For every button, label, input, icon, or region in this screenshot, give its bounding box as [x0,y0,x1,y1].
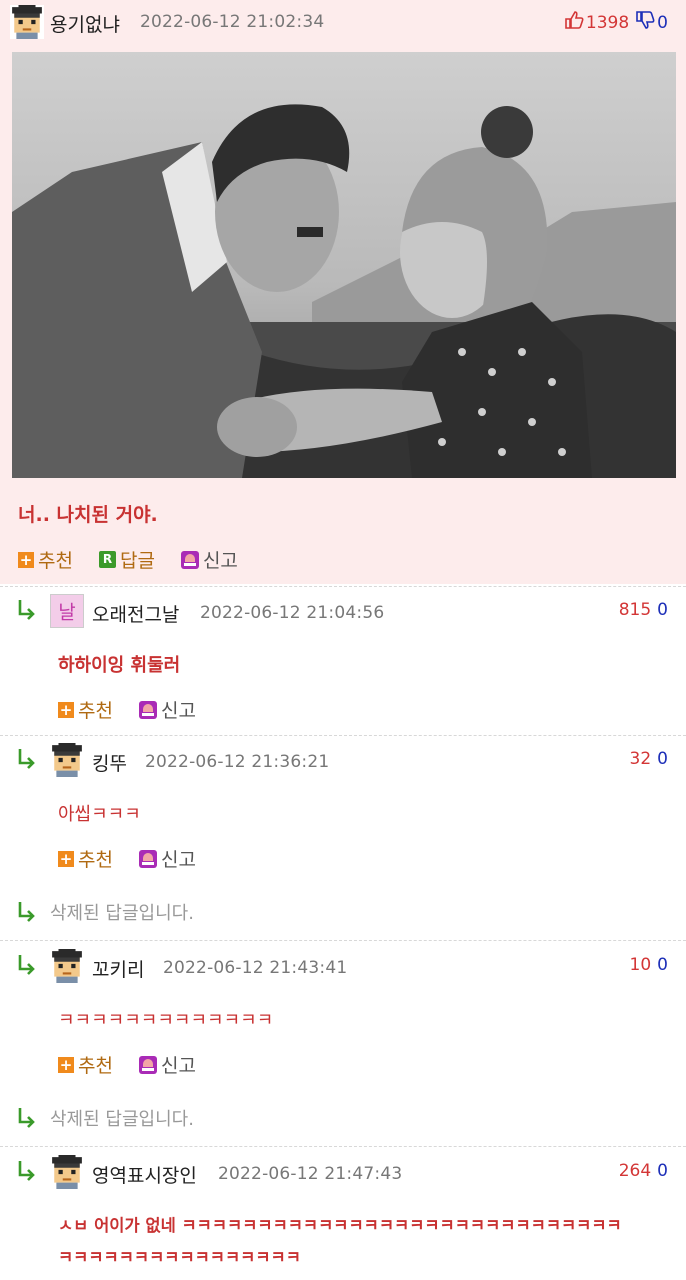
divider [0,586,686,587]
report-label: 신고 [202,550,238,572]
comment-downvotes: 0 [657,955,668,975]
recommend-button[interactable]: + 추천 [58,845,113,872]
author-avatar-icon[interactable] [50,949,84,983]
svg-text:날: 날 [58,602,75,624]
reply-arrow-icon [16,598,38,620]
post-author[interactable]: 용기없냐 [50,10,120,37]
reply-button[interactable]: R 답글 [98,546,155,573]
author-avatar-icon[interactable] [50,1155,84,1189]
report-label: 신고 [160,849,196,871]
main-post: 용기없냐 2022-06-12 21:02:34 1398 0 너.. 나치된 … [0,0,686,584]
comment-votes: 815 0 [619,600,668,620]
comment-downvotes: 0 [657,749,668,769]
recommend-label: 추천 [78,849,113,871]
comment-date: 2022-06-12 21:47:43 [218,1164,403,1184]
comment-text: ㅋㅋㅋㅋㅋㅋㅋㅋㅋㅋㅋㅋㅋ [58,1010,274,1031]
comment-text-line1: ㅅㅂ 어이가 없네 ㅋㅋㅋㅋㅋㅋㅋㅋㅋㅋㅋㅋㅋㅋㅋㅋㅋㅋㅋㅋㅋㅋㅋㅋㅋㅋㅋㅋㅋ [58,1216,622,1235]
reply-arrow-icon [16,747,38,769]
comment-text: 아씹ㅋㅋㅋ [58,804,141,825]
recommend-label: 추천 [78,1055,113,1077]
comment-date: 2022-06-12 21:04:56 [200,603,385,623]
plus-icon: + [18,550,34,569]
post-header: 용기없냐 2022-06-12 21:02:34 1398 0 [0,0,686,46]
reply-r-icon: R [98,551,116,568]
recommend-label: 추천 [78,700,113,722]
comment-author[interactable]: 영역표시장인 [92,1161,197,1188]
report-button[interactable]: 신고 [138,696,196,723]
comment-actions: + 추천 신고 [58,696,196,723]
report-button[interactable]: 신고 [138,1051,196,1078]
deleted-reply: 삭제된 답글입니다. [50,1109,194,1130]
author-avatar-icon[interactable] [50,743,84,777]
reply-arrow-icon [16,900,38,922]
report-button[interactable]: 신고 [138,845,196,872]
comment-downvotes: 0 [657,600,668,620]
divider [0,1146,686,1147]
post-actions: + 추천 R 답글 신고 [18,546,238,573]
siren-icon [138,849,157,868]
comment-downvotes: 0 [657,1161,668,1181]
thumbs-down-icon[interactable] [635,10,655,35]
siren-icon [138,700,157,719]
comment-upvotes: 32 [629,749,652,769]
post-downvotes: 0 [657,12,668,33]
plus-icon: + [58,700,74,719]
deleted-reply: 삭제된 답글입니다. [50,903,194,924]
report-label: 신고 [160,1055,196,1077]
reply-arrow-icon [16,1106,38,1128]
comment-actions: + 추천 신고 [58,1051,196,1078]
comment-actions: + 추천 신고 [58,845,196,872]
post-date: 2022-06-12 21:02:34 [140,12,325,32]
post-upvotes: 1398 [585,12,630,33]
reply-arrow-icon [16,1159,38,1181]
post-votes: 1398 0 [564,10,668,35]
author-avatar-icon[interactable]: 날 [50,594,84,628]
reply-label: 답글 [119,550,155,572]
siren-icon [138,1055,157,1074]
recommend-button[interactable]: + 추천 [58,696,113,723]
thumbs-up-icon[interactable] [564,10,584,35]
comment-upvotes: 264 [618,1161,652,1181]
recommend-label: 추천 [38,550,73,572]
comment-votes: 32 0 [630,749,668,769]
comment-upvotes: 815 [618,600,652,620]
plus-icon: + [58,849,74,868]
comment-author[interactable]: 킹뚜 [92,749,127,776]
recommend-button[interactable]: + 추천 [18,546,73,573]
comment-votes: 10 0 [630,955,668,975]
divider [0,735,686,736]
comment-date: 2022-06-12 21:43:41 [163,958,348,978]
comment-votes: 264 0 [619,1161,668,1181]
post-photo [12,52,676,478]
divider [0,940,686,941]
comment-date: 2022-06-12 21:36:21 [145,752,330,772]
plus-icon: + [58,1055,74,1074]
recommend-button[interactable]: + 추천 [58,1051,113,1078]
report-button[interactable]: 신고 [180,546,238,573]
comment-text-line2: ㅋㅋㅋㅋㅋㅋㅋㅋㅋㅋㅋㅋㅋㅋㅋㅋ [58,1248,301,1267]
author-avatar-icon[interactable] [10,5,44,39]
siren-icon [180,550,199,569]
comment-text: 하하이잉 휘둘러 [58,655,181,676]
comment-author[interactable]: 꼬키리 [92,955,144,982]
report-label: 신고 [160,700,196,722]
post-text: 너.. 나치된 거야. [18,504,158,526]
reply-arrow-icon [16,953,38,975]
comment-author[interactable]: 오래전그날 [92,600,179,627]
comment-upvotes: 10 [629,955,652,975]
